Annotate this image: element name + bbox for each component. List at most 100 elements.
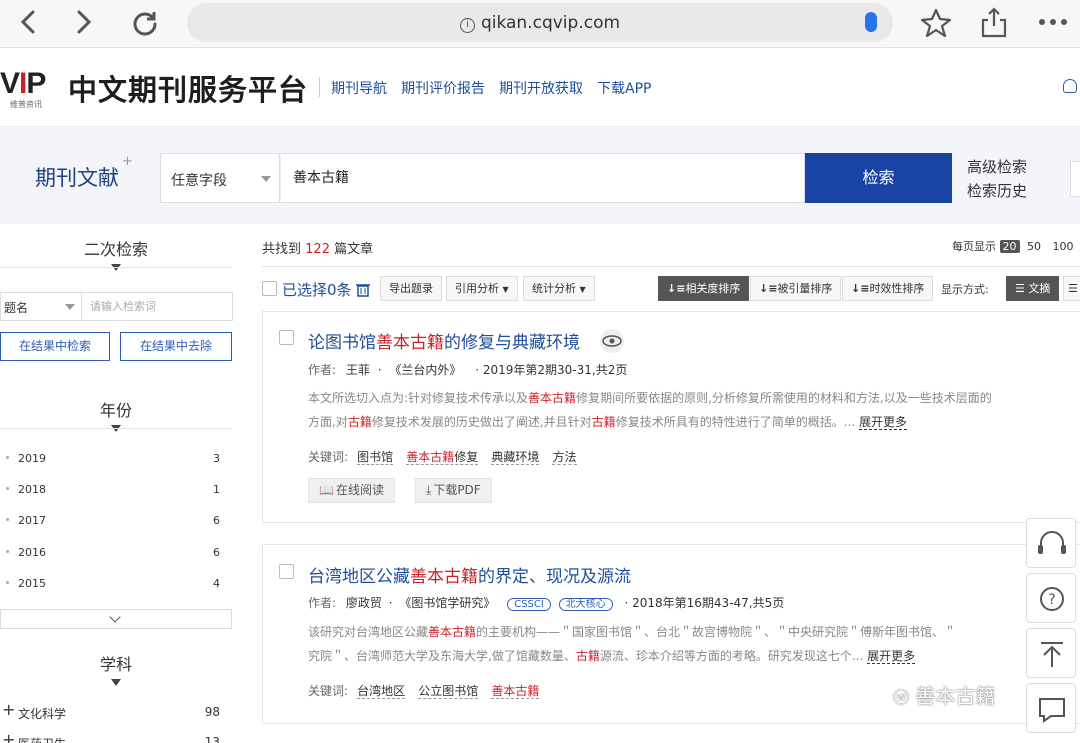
- keyword-link[interactable]: 善本古籍修复: [406, 450, 479, 465]
- caret-down-icon: [111, 679, 121, 686]
- sidebar-field-value: 题名: [4, 301, 29, 315]
- headset-icon: [1038, 531, 1066, 554]
- more-icon[interactable]: [1038, 12, 1068, 36]
- year-facet-item[interactable]: 2017 6: [0, 511, 232, 531]
- site-title[interactable]: 中文期刊服务平台: [68, 67, 308, 109]
- display-mode-label: 显示方式:: [941, 283, 989, 296]
- article-title[interactable]: 论图书馆善本古籍的修复与典藏环境: [308, 328, 580, 353]
- year-facet-item[interactable]: 2019 3: [0, 449, 232, 469]
- watermark: ⓦ 善本古籍: [893, 684, 996, 708]
- article-abstract: 本文所选切入点为:针对修复技术传承以及善本古籍修复期间所要依据的原则,分析修复所…: [308, 391, 992, 430]
- expand-plus-icon[interactable]: +: [2, 730, 15, 743]
- year-facet-item[interactable]: 2015 4: [0, 574, 232, 594]
- back-to-top-button[interactable]: [1026, 628, 1076, 678]
- caret-down-icon: [261, 176, 271, 182]
- select-all-checkbox[interactable]: [262, 281, 277, 296]
- export-button[interactable]: 导出题录: [380, 276, 442, 301]
- expand-years-button[interactable]: [0, 609, 232, 629]
- display-abstract-button[interactable]: ☰ 文摘: [1006, 276, 1060, 301]
- per-page-50[interactable]: 50: [1027, 240, 1041, 253]
- field-select[interactable]: 任意字段: [160, 153, 280, 203]
- reload-icon[interactable]: [131, 8, 159, 40]
- selected-count[interactable]: 已选择0条: [282, 279, 371, 301]
- star-icon[interactable]: [920, 7, 952, 43]
- year-facet-title: 年份: [99, 401, 132, 420]
- nav-evaluation-report[interactable]: 期刊评价报告: [401, 78, 485, 98]
- exclude-from-results-button[interactable]: 在结果中去除: [120, 332, 232, 361]
- citation-analysis-dropdown[interactable]: 引用分析 ▼: [446, 276, 518, 301]
- keyword-link[interactable]: 图书馆: [357, 450, 394, 465]
- secondary-search-title: 二次检索: [83, 240, 148, 259]
- eye-icon[interactable]: [600, 329, 624, 353]
- article-abstract: 该研究对台湾地区公藏善本古籍的主要机构——＂国家图书馆＂、台北＂故宫博物院＂、＂…: [308, 625, 957, 664]
- core-journal-badge: 北大核心: [558, 598, 613, 611]
- trash-icon[interactable]: [356, 282, 371, 301]
- search-in-results-button[interactable]: 在结果中检索: [0, 332, 110, 361]
- question-icon: ?: [1040, 587, 1064, 611]
- divider: [0, 267, 232, 268]
- article-checkbox[interactable]: [279, 330, 294, 345]
- download-pdf-button[interactable]: ⤓ 下载PDF: [415, 478, 492, 503]
- author-link[interactable]: 王菲: [346, 363, 370, 377]
- per-page-20[interactable]: 20: [999, 240, 1020, 253]
- per-page-100[interactable]: 100: [1053, 240, 1074, 253]
- field-select-value: 任意字段: [171, 173, 227, 189]
- year-facet-item[interactable]: 2016 6: [0, 543, 232, 563]
- year-facet-item[interactable]: 2018 1: [0, 480, 232, 500]
- expand-more-link[interactable]: 展开更多: [867, 649, 916, 664]
- read-online-button[interactable]: 📖 在线阅读: [308, 478, 395, 503]
- logo-subtitle: 维普资讯: [10, 100, 42, 109]
- per-page-selector: 每页显示 20 50 100: [952, 240, 1074, 253]
- keyword-link[interactable]: 善本古籍: [491, 684, 540, 699]
- advanced-search-link[interactable]: 高级检索: [967, 156, 1027, 177]
- sidebar-field-select[interactable]: 题名: [0, 292, 82, 321]
- microphone-icon[interactable]: [865, 12, 877, 32]
- article-checkbox[interactable]: [279, 564, 294, 579]
- subject-facet-item[interactable]: + 医药卫生 13: [0, 730, 232, 743]
- nav-journal-guide[interactable]: 期刊导航: [331, 78, 387, 98]
- feedback-button[interactable]: [1026, 683, 1076, 733]
- help-button[interactable]: ?: [1026, 573, 1076, 623]
- keyword-link[interactable]: 方法: [552, 450, 577, 465]
- keyword-link[interactable]: 公立图书馆: [418, 684, 479, 699]
- sort-citations-button[interactable]: ↓≡被引量排序: [750, 276, 842, 301]
- sort-recency-button[interactable]: ↓≡时效性排序: [842, 276, 934, 301]
- search-history-link[interactable]: 检索历史: [967, 180, 1027, 201]
- search-button[interactable]: 检索: [805, 153, 952, 203]
- author-link[interactable]: 廖政贸: [346, 596, 382, 610]
- chat-icon: [1039, 698, 1065, 723]
- expand-plus-icon[interactable]: +: [2, 700, 15, 719]
- subject-facet-item[interactable]: + 文化科学 98: [0, 700, 232, 723]
- browser-toolbar: i qikan.cqvip.com: [0, 0, 1080, 48]
- journal-link[interactable]: 《图书馆学研究》: [399, 596, 495, 610]
- site-header: VIP 维普资讯 中文期刊服务平台 期刊导航 期刊评价报告 期刊开放获取 下载A…: [0, 49, 1080, 127]
- sort-relevance-button[interactable]: ↓≡相关度排序: [658, 276, 750, 301]
- display-list-button[interactable]: ☰: [1063, 276, 1080, 301]
- caret-down-icon: [65, 304, 75, 310]
- address-bar[interactable]: i qikan.cqvip.com: [187, 3, 893, 42]
- user-icon[interactable]: [1063, 79, 1077, 93]
- keyword-link[interactable]: 台湾地区: [357, 684, 406, 699]
- search-input[interactable]: 善本古籍: [280, 153, 805, 203]
- divider: [319, 77, 320, 97]
- chevron-down-icon: [109, 611, 121, 623]
- section-title[interactable]: 期刊文献: [35, 162, 119, 192]
- article-title[interactable]: 台湾地区公藏善本古籍的界定、现况及源流: [308, 562, 631, 587]
- nav-open-access[interactable]: 期刊开放获取: [499, 78, 583, 98]
- side-panel-edge[interactable]: [1070, 161, 1080, 197]
- subject-facet-title: 学科: [99, 655, 132, 674]
- book-icon: 📖: [319, 483, 334, 497]
- expand-more-link[interactable]: 展开更多: [858, 415, 907, 430]
- search-band: 期刊文献 + 任意字段 善本古籍 检索 高级检索 检索历史: [0, 127, 1080, 224]
- divider: [262, 266, 1080, 267]
- keyword-link[interactable]: 典藏环境: [491, 450, 540, 465]
- share-icon[interactable]: [980, 6, 1008, 42]
- journal-link[interactable]: 《兰台内外》: [389, 363, 461, 377]
- customer-service-button[interactable]: [1026, 518, 1076, 568]
- vip-logo[interactable]: VIP: [0, 67, 46, 101]
- statistics-dropdown[interactable]: 统计分析 ▼: [523, 276, 595, 301]
- result-count: 共找到 122 篇文章: [262, 242, 374, 257]
- nav-download-app[interactable]: 下载APP: [597, 78, 651, 98]
- article-card: 论图书馆善本古籍的修复与典藏环境 作者: 王菲 · 《兰台内外》 · 2019年…: [262, 311, 1080, 523]
- sidebar-search-input[interactable]: 请输入检索词: [82, 292, 233, 321]
